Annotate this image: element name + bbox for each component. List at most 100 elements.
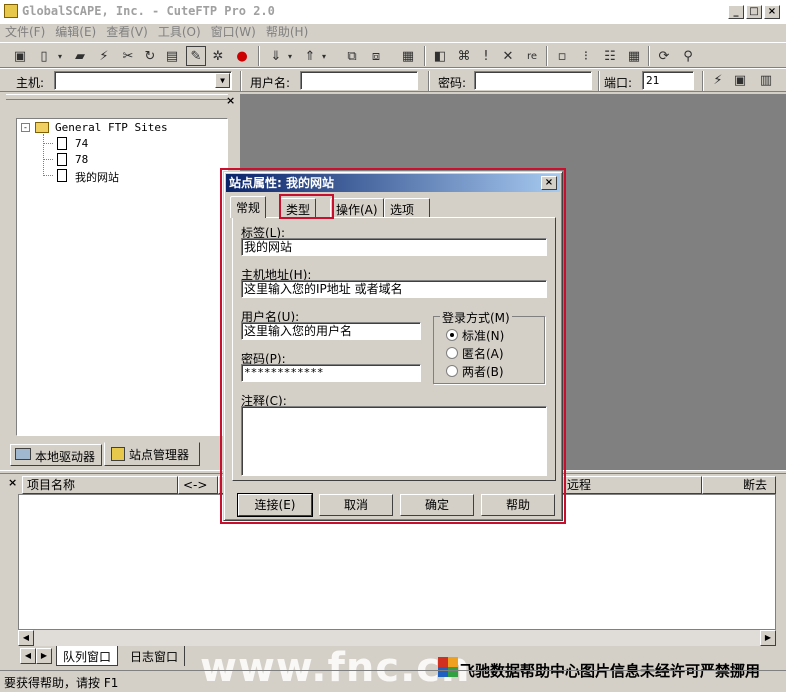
details-icon[interactable]: ☷ <box>600 46 620 66</box>
col-status[interactable]: 断去 <box>702 476 776 494</box>
username-input[interactable]: 这里输入您的用户名 <box>241 322 421 340</box>
pass-input[interactable] <box>474 71 592 90</box>
col-item-name[interactable]: 项目名称 <box>22 476 178 494</box>
site-file-icon <box>57 169 67 182</box>
col-remote[interactable]: 远程 <box>562 476 702 494</box>
host-combo[interactable]: ▼ <box>54 71 232 90</box>
upload-icon[interactable]: ⇑ <box>300 46 320 66</box>
minimize-button[interactable]: _ <box>728 5 744 19</box>
filter-icon[interactable]: ⚲ <box>678 46 698 66</box>
eraser-icon[interactable]: ◧ <box>430 46 450 66</box>
move-icon[interactable]: ⧈ <box>366 46 386 66</box>
help-button[interactable]: 帮助 <box>481 494 555 516</box>
password-input[interactable]: ************ <box>241 364 421 382</box>
general-tab-panel: 标签(L): 我的网站 主机地址(H): 这里输入您的IP地址 或者域名 用户名… <box>232 217 556 481</box>
label-input[interactable]: 我的网站 <box>241 238 547 256</box>
queue-hscroll[interactable]: ◀ ▶ <box>18 630 776 646</box>
tab-local-drives[interactable]: 本地驱动器 <box>10 444 102 466</box>
scroll-left-icon[interactable]: ◀ <box>18 630 34 646</box>
connect-icon[interactable]: ⚡ <box>94 46 114 66</box>
radio-anonymous[interactable] <box>446 347 458 359</box>
site-manager-pane: × - General FTP Sites 74 78 我的网站 本地驱动器 站… <box>6 94 235 470</box>
grid-icon[interactable]: ▦ <box>624 46 644 66</box>
pane-grip[interactable] <box>6 94 228 100</box>
menu-view[interactable]: 查看(V) <box>101 24 153 42</box>
radio-standard-label[interactable]: 标准(N) <box>462 327 504 344</box>
download-icon[interactable]: ⇓ <box>266 46 286 66</box>
delete-icon[interactable]: ✕ <box>498 46 518 66</box>
tree-item[interactable]: 74 <box>75 137 88 150</box>
pass-label: 密码: <box>438 76 467 90</box>
queue-close-icon[interactable]: × <box>8 476 17 489</box>
exclamation-icon[interactable]: ! <box>476 46 496 66</box>
ok-button[interactable]: 确定 <box>400 494 474 516</box>
copy-icon[interactable]: ⧉ <box>342 46 362 66</box>
cancel-button[interactable]: 取消 <box>319 494 393 516</box>
tree-item[interactable]: 78 <box>75 153 88 166</box>
menu-tools[interactable]: 工具(O) <box>153 24 206 42</box>
tab-general[interactable]: 常规 <box>230 196 267 218</box>
site-manager-icon[interactable]: ▣ <box>10 46 30 66</box>
tab-options[interactable]: 选项 <box>384 198 430 218</box>
connect-button[interactable]: 连接(E) <box>237 493 313 517</box>
menu-help[interactable]: 帮助(H) <box>261 24 313 42</box>
maximize-button[interactable]: □ <box>746 5 762 19</box>
window-title: GlobalSCAPE, Inc. - CuteFTP Pro 2.0 <box>22 4 275 18</box>
download-dropdown-icon[interactable]: ▾ <box>284 46 296 66</box>
radio-both[interactable] <box>446 365 458 377</box>
tag-icon[interactable]: ⌘ <box>454 46 474 66</box>
properties-icon[interactable]: ▦ <box>398 46 418 66</box>
sync-icon[interactable]: ⟳ <box>654 46 674 66</box>
tab-scroll-left-icon[interactable]: ◀ <box>20 648 36 664</box>
disconnect-icon[interactable]: ✂ <box>118 46 138 66</box>
col-direction[interactable]: <-> <box>178 476 218 494</box>
tab-site-manager[interactable]: 站点管理器 <box>104 442 200 466</box>
tab-scroll-right-icon[interactable]: ▶ <box>36 648 52 664</box>
tree-root[interactable]: General FTP Sites <box>55 121 168 134</box>
site-icon[interactable]: ▥ <box>756 70 776 90</box>
drive-icon <box>15 448 31 460</box>
site-manager-icon <box>111 447 125 461</box>
comment-textarea[interactable] <box>241 406 547 476</box>
dialog-title: 站点属性: 我的网站 <box>229 176 334 190</box>
quick-connect-bar: 主机: ▼ 用户名: 密码: 端口: 21 ⚡ ▣ ▥ <box>0 68 786 92</box>
collapse-icon[interactable]: - <box>21 123 30 132</box>
quick-connect-icon[interactable]: ⚡ <box>708 70 728 90</box>
stop-icon[interactable]: ● <box>232 46 252 66</box>
open-folder-icon[interactable]: ▰ <box>70 46 90 66</box>
tab-log[interactable]: 日志窗口 <box>124 646 186 666</box>
list-icon[interactable]: ⁝ <box>576 46 596 66</box>
dialog-close-icon[interactable]: × <box>541 176 557 190</box>
menu-edit[interactable]: 编辑(E) <box>50 24 101 42</box>
rename-icon[interactable]: re <box>522 46 542 66</box>
stop-connect-icon[interactable]: ▣ <box>730 70 750 90</box>
scroll-right-icon[interactable]: ▶ <box>760 630 776 646</box>
new-icon[interactable]: ▯ <box>34 46 54 66</box>
host-label: 主机: <box>16 76 45 90</box>
pane-close-icon[interactable]: × <box>226 94 235 107</box>
tab-queue[interactable]: 队列窗口 <box>56 646 119 666</box>
tree-item[interactable]: 我的网站 <box>75 169 119 185</box>
user-input[interactable] <box>300 71 418 90</box>
host-address-input[interactable]: 这里输入您的IP地址 或者域名 <box>241 280 547 298</box>
menu-window[interactable]: 窗口(W) <box>206 24 261 42</box>
new-dropdown-icon[interactable]: ▾ <box>54 46 66 66</box>
settings-icon[interactable]: ✲ <box>208 46 228 66</box>
port-input[interactable]: 21 <box>642 71 694 90</box>
user-label: 用户名: <box>250 76 291 90</box>
radio-both-label[interactable]: 两者(B) <box>462 363 504 380</box>
site-file-icon <box>57 137 67 150</box>
upload-dropdown-icon[interactable]: ▾ <box>318 46 330 66</box>
radio-standard[interactable] <box>446 329 458 341</box>
chevron-down-icon[interactable]: ▼ <box>215 73 230 88</box>
edit-icon[interactable]: ✎ <box>186 46 206 66</box>
radio-anonymous-label[interactable]: 匿名(A) <box>462 345 504 362</box>
status-bar: 要获得帮助，请按 F1 <box>0 670 786 692</box>
menu-file[interactable]: 文件(F) <box>0 24 50 42</box>
url-icon[interactable]: ▤ <box>162 46 182 66</box>
close-button[interactable]: × <box>764 5 780 19</box>
refresh-icon[interactable]: ↻ <box>140 46 160 66</box>
small-icons-icon[interactable]: ▫ <box>552 46 572 66</box>
tab-actions[interactable]: 操作(A) <box>330 198 384 218</box>
tab-type-highlight <box>279 194 334 219</box>
